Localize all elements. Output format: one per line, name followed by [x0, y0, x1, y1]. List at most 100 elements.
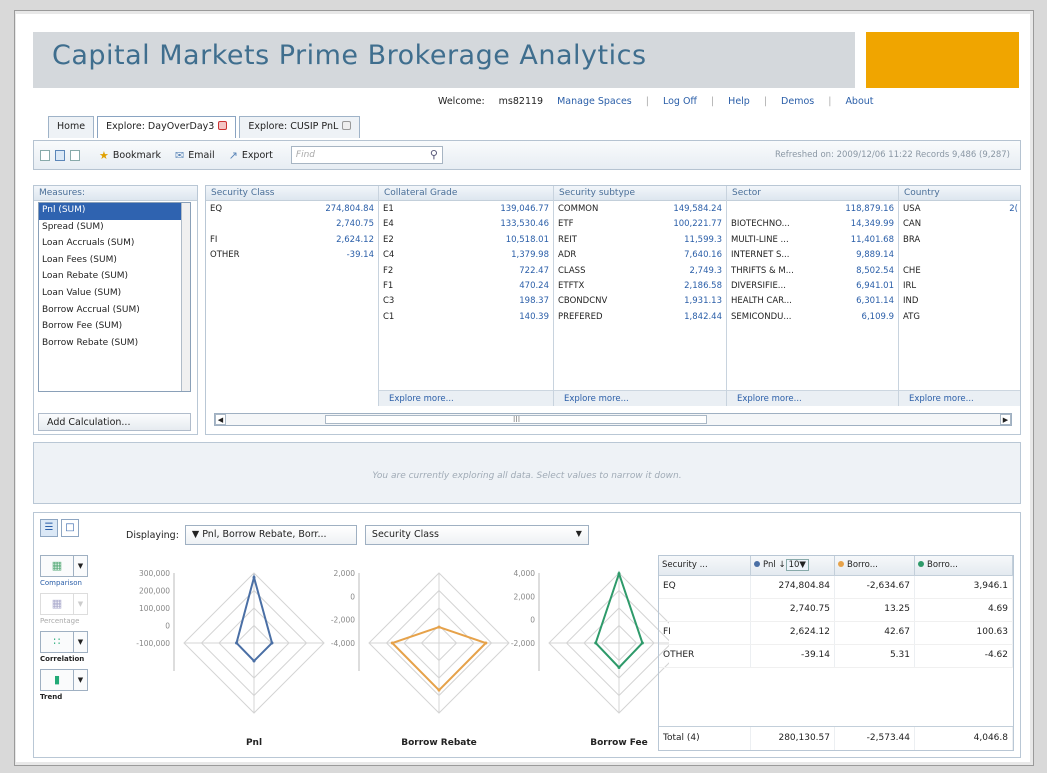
chevron-down-icon[interactable]: ▼ [73, 556, 87, 576]
layout-wide-icon[interactable] [70, 149, 80, 161]
manage-spaces-link[interactable]: Manage Spaces [557, 96, 632, 110]
search-icon[interactable]: ⚲ [430, 148, 438, 161]
grid-row[interactable]: ADR 7,640.16 [554, 247, 726, 262]
sort-arrow-icon[interactable]: ↓ [778, 560, 785, 570]
close-tab-icon[interactable] [218, 121, 228, 130]
grid-row[interactable]: F1 470.24 [379, 278, 553, 293]
grid-row[interactable]: IND [899, 293, 1020, 308]
export-button[interactable]: ↗ Export [229, 149, 273, 162]
measure-item[interactable]: Borrow Accrual (SUM) [39, 303, 190, 320]
measure-item[interactable]: Loan Accruals (SUM) [39, 236, 190, 253]
column-header[interactable]: Collateral Grade [379, 186, 553, 201]
measure-item[interactable]: Borrow Rebate (SUM) [39, 336, 190, 353]
measure-item[interactable]: Loan Value (SUM) [39, 286, 190, 303]
column-header[interactable]: Security Class [206, 186, 378, 201]
grid-row[interactable]: C1 140.39 [379, 309, 553, 324]
table-row[interactable]: 2,740.75 13.25 4.69 [659, 599, 1013, 622]
dimension-select[interactable]: Security Class ▼ [364, 525, 589, 545]
measures-list[interactable]: Pnl (SUM) Spread (SUM) Loan Accruals (SU… [38, 202, 191, 392]
measure-item[interactable]: Loan Rebate (SUM) [39, 269, 190, 286]
grid-row[interactable]: CHE [899, 263, 1020, 278]
grid-row[interactable]: CAN [899, 216, 1020, 231]
column-header[interactable]: Sector [727, 186, 898, 201]
trend-chart-select[interactable]: ▮ ▼ [40, 669, 88, 691]
comparison-chart-select[interactable]: ▦ ▼ [40, 555, 88, 577]
top-n-select[interactable]: 10▼ [785, 559, 809, 571]
grid-row[interactable]: REIT 11,599.3 [554, 232, 726, 247]
column-header[interactable]: Country [899, 186, 1020, 201]
table-row[interactable]: EQ 274,804.84 -2,634.67 3,946.1 [659, 576, 1013, 599]
column-header-pnl[interactable]: Pnl ↓ 10▼ [751, 556, 835, 575]
tab-explore-cusip-pnl[interactable]: Explore: CUSIP PnL [239, 116, 361, 138]
table-row[interactable]: FI 2,624.12 42.67 100.63 [659, 622, 1013, 645]
about-link[interactable]: About [845, 96, 873, 110]
correlation-chart-select[interactable]: ∷ ▼ [40, 631, 88, 653]
explore-more-link[interactable]: Explore more... [554, 390, 726, 406]
scroll-thumb[interactable]: III [325, 415, 707, 424]
grid-row[interactable]: BIOTECHNO... 14,349.99 [727, 216, 898, 231]
grid-row[interactable]: 2,740.75 [206, 216, 378, 231]
explore-more-link[interactable]: Explore more... [379, 390, 553, 406]
grid-row[interactable]: CBONDCNV 1,931.13 [554, 293, 726, 308]
grid-horizontal-scrollbar[interactable]: ◀ III ▶ [214, 413, 1012, 426]
measures-select[interactable]: ▼ Pnl, Borrow Rebate, Borr... [184, 525, 357, 545]
grid-row[interactable]: DIVERSIFIE... 6,941.01 [727, 278, 898, 293]
close-tab-icon[interactable] [342, 121, 352, 130]
help-link[interactable]: Help [728, 96, 750, 110]
row-value: 100,221.77 [673, 219, 722, 230]
grid-row[interactable]: ATG [899, 309, 1020, 324]
grid-row[interactable]: BRA [899, 232, 1020, 247]
grid-row[interactable]: OTHER -39.14 [206, 247, 378, 262]
column-header[interactable]: Security ... [659, 556, 751, 575]
demos-link[interactable]: Demos [781, 96, 814, 110]
grid-row[interactable]: MULTI-LINE ... 11,401.68 [727, 232, 898, 247]
grid-row[interactable]: C4 1,379.98 [379, 247, 553, 262]
scroll-right-icon[interactable]: ▶ [1000, 414, 1011, 425]
grid-row[interactable]: SEMICONDU... 6,109.9 [727, 309, 898, 324]
measures-scrollbar[interactable] [181, 203, 190, 391]
scroll-left-icon[interactable]: ◀ [215, 414, 226, 425]
grid-row[interactable]: E4 133,530.46 [379, 216, 553, 231]
table-row[interactable]: OTHER -39.14 5.31 -4.62 [659, 645, 1013, 668]
explore-more-link[interactable]: Explore more... [727, 390, 898, 406]
add-calculation-button[interactable]: Add Calculation... [38, 413, 191, 431]
column-header[interactable]: Security subtype [554, 186, 726, 201]
log-off-link[interactable]: Log Off [663, 96, 697, 110]
grid-row[interactable]: EQ 274,804.84 [206, 201, 378, 216]
grid-row[interactable]: ETF 100,221.77 [554, 216, 726, 231]
envelope-icon: ✉ [175, 148, 185, 162]
grid-row[interactable]: E2 10,518.01 [379, 232, 553, 247]
grid-row[interactable]: ETFTX 2,186.58 [554, 278, 726, 293]
column-header-borrow-fee[interactable]: Borro... [915, 556, 1013, 575]
grid-row[interactable]: 118,879.16 [727, 201, 898, 216]
measure-item[interactable]: Spread (SUM) [39, 220, 190, 237]
grid-row[interactable]: FI 2,624.12 [206, 232, 378, 247]
chart-view-icon[interactable]: ☰ [40, 519, 58, 537]
column-header-borrow-rebate[interactable]: Borro... [835, 556, 915, 575]
layout-single-icon[interactable] [40, 149, 50, 161]
chevron-down-icon[interactable]: ▼ [73, 632, 87, 652]
grid-row[interactable]: F2 722.47 [379, 263, 553, 278]
grid-row[interactable]: HEALTH CAR... 6,301.14 [727, 293, 898, 308]
measure-item[interactable]: Borrow Fee (SUM) [39, 319, 190, 336]
measure-item[interactable]: Pnl (SUM) [39, 203, 190, 220]
grid-row[interactable]: USA 2( [899, 201, 1020, 216]
grid-row[interactable] [899, 247, 1020, 262]
measure-item[interactable]: Loan Fees (SUM) [39, 253, 190, 270]
chevron-down-icon[interactable]: ▼ [73, 670, 87, 690]
grid-row[interactable]: IRL [899, 278, 1020, 293]
grid-row[interactable]: THRIFTS & M... 8,502.54 [727, 263, 898, 278]
grid-row[interactable]: INTERNET S... 9,889.14 [727, 247, 898, 262]
table-view-icon[interactable]: □ [61, 519, 79, 537]
grid-row[interactable]: C3 198.37 [379, 293, 553, 308]
layout-split-icon[interactable] [55, 149, 65, 161]
grid-row[interactable]: PREFERED 1,842.44 [554, 309, 726, 324]
grid-row[interactable]: E1 139,046.77 [379, 201, 553, 216]
explore-more-link[interactable]: Explore more... [899, 390, 1020, 406]
tab-home[interactable]: Home [48, 116, 95, 138]
email-button[interactable]: ✉ Email [175, 149, 215, 162]
find-input[interactable]: Find ⚲ [290, 146, 443, 164]
bookmark-button[interactable]: ★ Bookmark [99, 149, 161, 162]
grid-row[interactable]: CLASS 2,749.3 [554, 263, 726, 278]
grid-row[interactable]: COMMON 149,584.24 [554, 201, 726, 216]
